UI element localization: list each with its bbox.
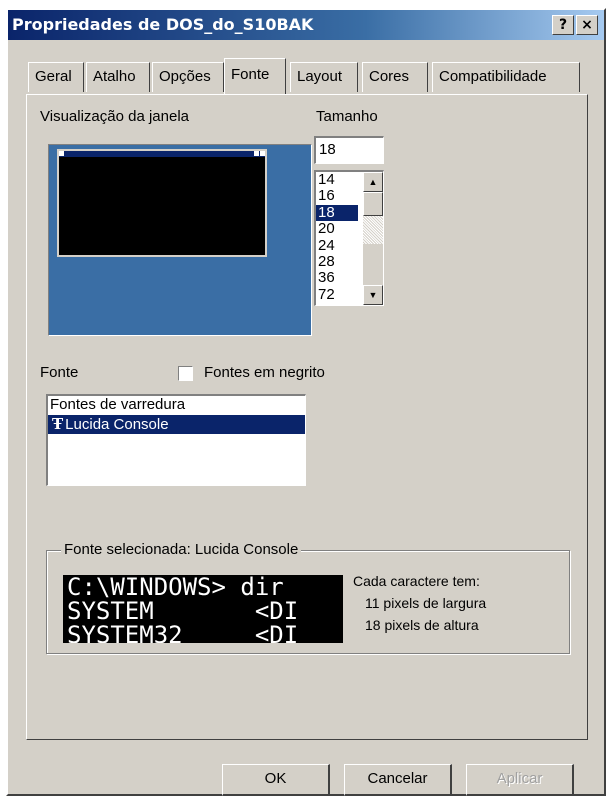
window-preview [48, 144, 312, 336]
apply-button[interactable]: Aplicar [466, 764, 574, 796]
cancel-button[interactable]: Cancelar [344, 764, 452, 796]
bold-fonts-label[interactable]: Fontes em negrito [204, 364, 325, 381]
size-listbox[interactable]: 14 16 18 20 24 28 36 72 ▲ ▼ [314, 170, 384, 306]
scroll-down-icon[interactable]: ▼ [363, 285, 383, 305]
size-label: Tamanho [316, 108, 378, 125]
tab-compatibilidade[interactable]: Compatibilidade [432, 62, 580, 92]
char-width-text: 11 pixels de largura [365, 595, 487, 611]
bold-fonts-checkbox[interactable] [178, 366, 193, 381]
size-option-selected[interactable]: 18 [316, 204, 358, 222]
preview-console-window [57, 149, 267, 257]
truetype-font-icon: Ŧ [52, 415, 64, 433]
close-button[interactable]: × [576, 15, 598, 35]
font-option-raster[interactable]: Fontes de varredura [48, 396, 305, 415]
scroll-track[interactable] [363, 216, 383, 244]
font-option-lucida-label: Lucida Console [65, 416, 169, 433]
preview-label: Visualização da janela [40, 108, 189, 125]
tab-cores[interactable]: Cores [362, 62, 428, 92]
tab-layout[interactable]: Layout [290, 62, 358, 92]
scroll-up-icon[interactable]: ▲ [363, 172, 383, 192]
window-title: Propriedades de DOS_do_S10BAK [12, 15, 314, 34]
preview-minimize-icon [254, 151, 259, 156]
font-sample-console: C:\WINDOWS> dir SYSTEM <DI SYSTEM32 <DI [63, 575, 343, 643]
selected-font-group: Fonte selecionada: Lucida Console C:\WIN… [46, 541, 570, 654]
sample-line: SYSTEM <DI [67, 597, 299, 625]
tab-atalho[interactable]: Atalho [86, 62, 150, 92]
ok-button[interactable]: OK [222, 764, 330, 796]
font-listbox[interactable]: Fontes de varredura Ŧ Lucida Console [46, 394, 306, 486]
sample-line: SYSTEM32 <DI [67, 621, 299, 643]
preview-close-icon [260, 151, 265, 156]
tab-opcoes[interactable]: Opções [152, 62, 224, 92]
sample-line: C:\WINDOWS> dir [67, 575, 284, 601]
font-option-lucida[interactable]: Ŧ Lucida Console [48, 415, 305, 434]
properties-window: Propriedades de DOS_do_S10BAK ? × Geral … [6, 8, 606, 796]
tab-geral[interactable]: Geral [28, 62, 84, 92]
size-scrollbar[interactable]: ▲ ▼ [363, 172, 383, 305]
font-label: Fonte [40, 364, 79, 381]
help-button[interactable]: ? [552, 15, 574, 35]
char-height-text: 18 pixels de altura [365, 617, 479, 633]
size-input[interactable]: 18 [314, 136, 384, 164]
char-info-title: Cada caractere tem: [353, 573, 480, 589]
preview-system-icon [59, 151, 64, 156]
title-bar[interactable]: Propriedades de DOS_do_S10BAK ? × [8, 10, 604, 40]
scroll-thumb[interactable] [363, 192, 383, 216]
preview-title-bar [59, 151, 265, 157]
selected-font-legend: Fonte selecionada: Lucida Console [61, 541, 302, 558]
tab-fonte[interactable]: Fonte [224, 58, 286, 94]
